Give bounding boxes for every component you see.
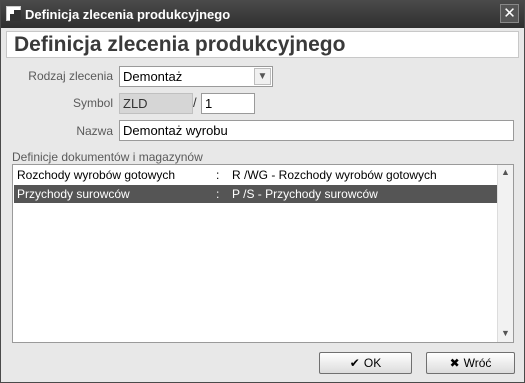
ok-button[interactable]: ✔ OK xyxy=(319,352,412,374)
back-button-label: Wróć xyxy=(463,356,492,370)
title-bar: Definicja zlecenia produkcyjnego ✕ xyxy=(1,1,524,28)
symbol-number-input[interactable]: 1 xyxy=(201,93,255,114)
dialog-window: Definicja zlecenia produkcyjnego ✕ Defin… xyxy=(0,0,525,383)
close-button[interactable]: ✕ xyxy=(500,4,519,23)
nazwa-input[interactable]: Demontaż wyrobu xyxy=(119,120,514,141)
chevron-down-icon[interactable]: ▼ xyxy=(254,68,271,85)
row-name: Przychody surowców xyxy=(17,187,130,201)
page-title: Definicja zlecenia produkcyjnego xyxy=(14,33,346,56)
rodzaj-zlecenia-select[interactable]: Demontaż ▼ xyxy=(119,66,273,87)
ok-button-label: OK xyxy=(363,356,382,370)
symbol-separator: / xyxy=(193,95,197,110)
list-item-selected[interactable]: Przychody surowców : P /S - Przychody su… xyxy=(14,185,498,203)
header-panel: Definicja zlecenia produkcyjnego xyxy=(6,31,519,58)
nazwa-label: Nazwa xyxy=(76,124,113,138)
symbol-number-value: 1 xyxy=(205,96,213,111)
definitions-list[interactable]: Rozchody wyrobów gotowych : R /WG - Rozc… xyxy=(12,164,514,343)
x-icon: ✖ xyxy=(449,356,460,370)
app-icon xyxy=(6,6,21,21)
rodzaj-zlecenia-label: Rodzaj zlecenia xyxy=(28,69,113,83)
row-code: R /WG - Rozchody wyrobów gotowych xyxy=(232,168,437,182)
back-button[interactable]: ✖ Wróć xyxy=(426,352,515,374)
list-item[interactable]: Rozchody wyrobów gotowych : R /WG - Rozc… xyxy=(14,166,498,184)
row-separator: : xyxy=(216,187,220,201)
symbol-value: ZLD xyxy=(123,96,148,111)
symbol-label: Symbol xyxy=(72,96,113,110)
symbol-field: ZLD xyxy=(119,93,193,114)
row-name: Rozchody wyrobów gotowych xyxy=(17,168,176,182)
row-separator: : xyxy=(216,168,220,182)
check-icon: ✔ xyxy=(349,356,360,370)
row-code: P /S - Przychody surowców xyxy=(232,187,378,201)
arrow-down-icon[interactable]: ▼ xyxy=(498,326,513,342)
vertical-scrollbar[interactable]: ▲ ▼ xyxy=(497,165,513,342)
rodzaj-zlecenia-value: Demontaż xyxy=(123,69,183,84)
window-title: Definicja zlecenia produkcyjnego xyxy=(25,7,231,22)
nazwa-value: Demontaż wyrobu xyxy=(123,123,228,138)
definitions-section-label: Definicje dokumentów i magazynów xyxy=(12,150,203,164)
arrow-up-icon[interactable]: ▲ xyxy=(498,165,513,181)
